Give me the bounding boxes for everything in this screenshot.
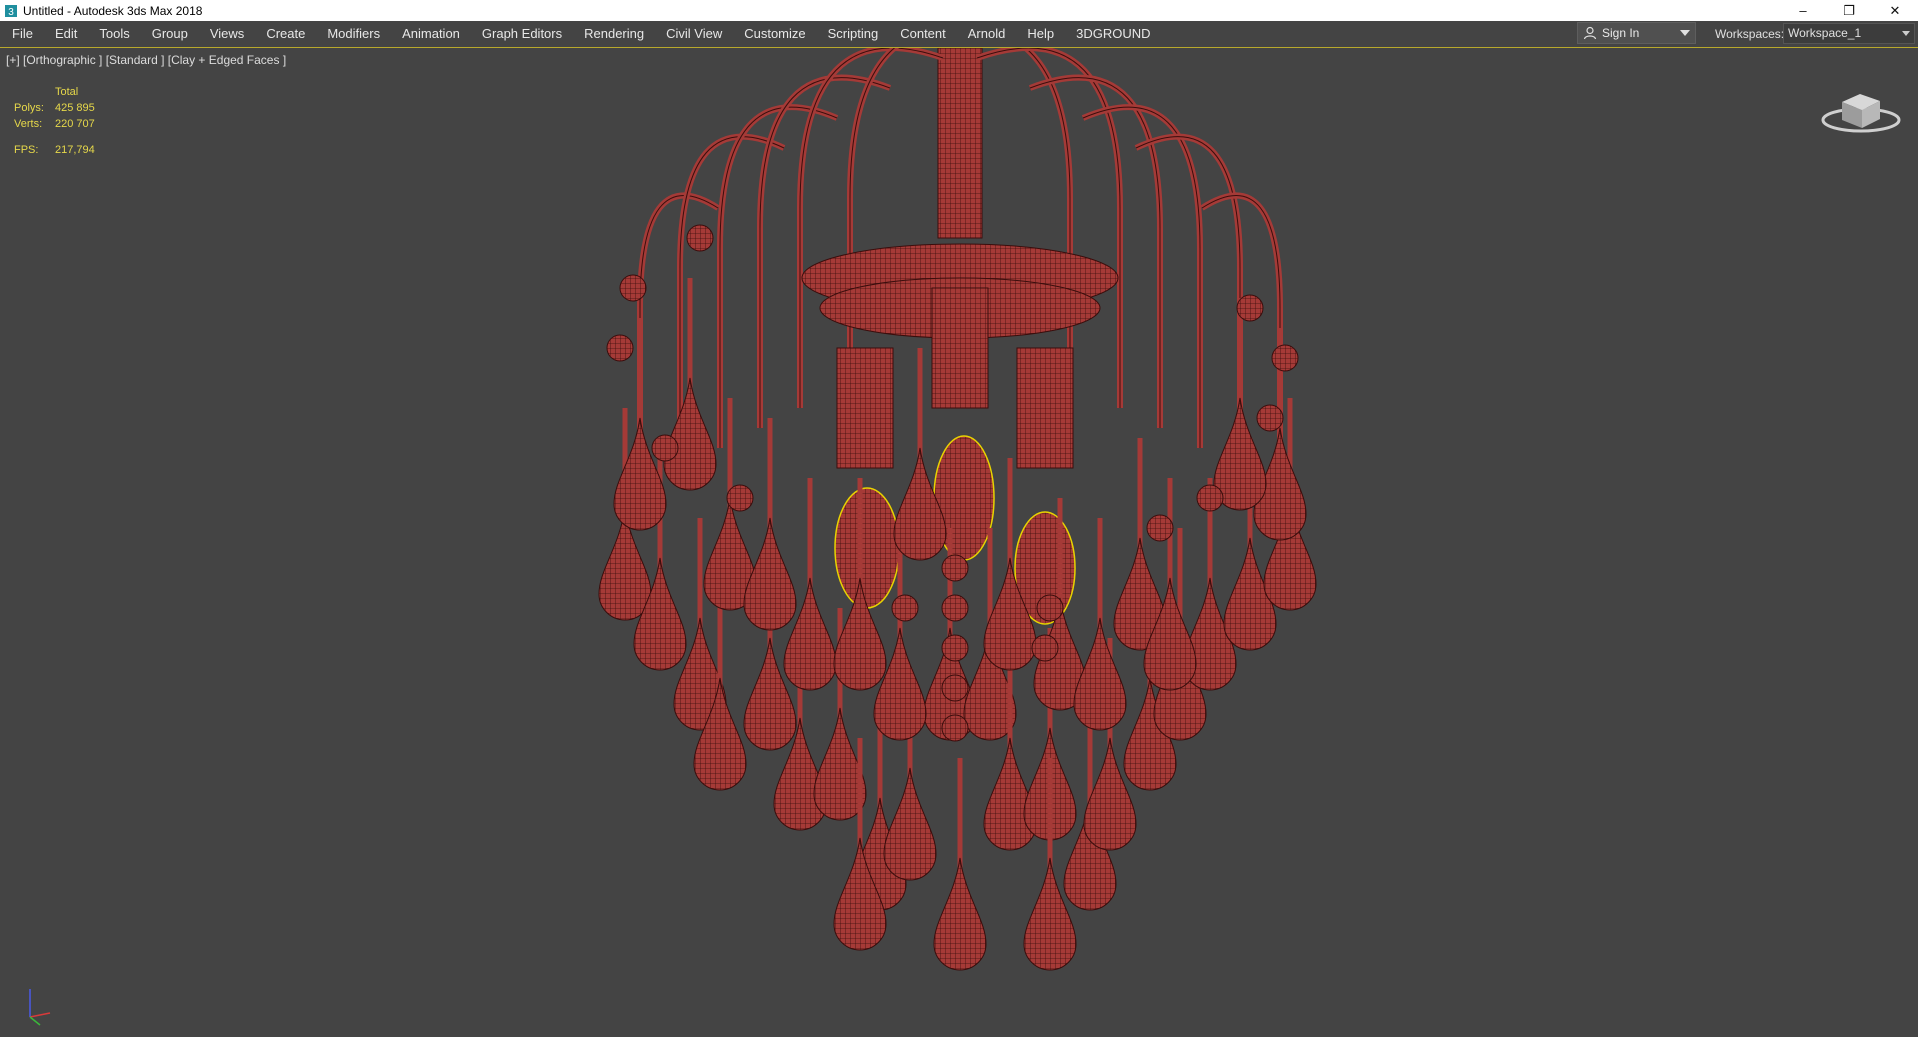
- bead-16: [1031, 634, 1059, 662]
- menu-edit[interactable]: Edit: [44, 21, 88, 47]
- chandelier-model[interactable]: [0, 48, 1918, 1037]
- workspace-selected: Workspace_1: [1788, 26, 1862, 40]
- minimize-button[interactable]: –: [1780, 0, 1826, 21]
- socket-2: [1016, 347, 1074, 469]
- svg-text:3: 3: [8, 7, 14, 18]
- title-bar: 3 Untitled - Autodesk 3ds Max 2018 – ❐ ✕: [0, 0, 1918, 21]
- menu-modifiers[interactable]: Modifiers: [316, 21, 391, 47]
- socket-1: [931, 287, 989, 409]
- arm-10: [1134, 133, 1243, 468]
- bead-2: [686, 224, 714, 252]
- window-title: Untitled - Autodesk 3ds Max 2018: [23, 3, 203, 18]
- menu-views[interactable]: Views: [199, 21, 255, 47]
- socket-0: [836, 347, 894, 469]
- bead-6: [941, 554, 969, 582]
- fps-label: FPS:: [14, 144, 39, 156]
- perspective-viewport[interactable]: [+] [Orthographic ] [Standard ] [Clay + …: [0, 47, 1918, 1037]
- 3ds-max-icon: 3: [5, 4, 17, 18]
- crystal-drop-22: [613, 417, 667, 531]
- menu-tools[interactable]: Tools: [88, 21, 140, 47]
- menu-content[interactable]: Content: [889, 21, 957, 47]
- menu-help[interactable]: Help: [1016, 21, 1065, 47]
- bead-7: [941, 594, 969, 622]
- viewport-label-menu[interactable]: [+] [Orthographic ] [Standard ] [Clay + …: [6, 53, 286, 67]
- menu-animation[interactable]: Animation: [391, 21, 471, 47]
- stats-header: Total: [55, 86, 79, 98]
- close-button[interactable]: ✕: [1872, 0, 1918, 21]
- axis-tripod-icon: [29, 989, 51, 1026]
- crystal-drop-8: [883, 767, 937, 881]
- crystal-drop-35: [933, 857, 987, 971]
- bead-12: [1271, 344, 1299, 372]
- user-icon: [1583, 26, 1597, 40]
- center-rod: [937, 48, 983, 239]
- bead-17: [1036, 594, 1064, 622]
- menu-rendering[interactable]: Rendering: [573, 21, 655, 47]
- chevron-down-icon: [1902, 31, 1910, 36]
- restore-button[interactable]: ❐: [1826, 0, 1872, 21]
- menu-group[interactable]: Group: [141, 21, 199, 47]
- bead-14: [1196, 484, 1224, 512]
- bead-1: [606, 334, 634, 362]
- bead-10: [941, 714, 969, 742]
- bead-15: [1146, 514, 1174, 542]
- bead-8: [941, 634, 969, 662]
- chevron-down-icon: [1680, 30, 1690, 36]
- crystal-drop-25: [743, 517, 797, 631]
- arm-edge-10: [1135, 136, 1241, 468]
- menu-civil-view[interactable]: Civil View: [655, 21, 733, 47]
- polys-label: Polys:: [14, 102, 44, 114]
- verts-label: Verts:: [14, 118, 43, 130]
- bead-3: [651, 434, 679, 462]
- bead-9: [941, 674, 969, 702]
- crystal-drop-23: [663, 377, 717, 491]
- bead-0: [619, 274, 647, 302]
- bead-13: [1256, 404, 1284, 432]
- viewport-statistics: Total Polys: 425 895 Verts: 220 707 FPS: 21…: [14, 84, 95, 158]
- menu-customize[interactable]: Customize: [733, 21, 816, 47]
- workspaces-label: Workspaces:: [1715, 27, 1785, 41]
- bead-5: [891, 594, 919, 622]
- bulb-0: [834, 487, 900, 609]
- bead-11: [1236, 294, 1264, 322]
- menu-arnold[interactable]: Arnold: [957, 21, 1017, 47]
- verts-value: 220 707: [55, 118, 95, 130]
- menu-graph-editors[interactable]: Graph Editors: [471, 21, 573, 47]
- menu-scripting[interactable]: Scripting: [817, 21, 890, 47]
- viewcube-icon[interactable]: [1820, 74, 1902, 142]
- bead-4: [726, 484, 754, 512]
- window-controls: – ❐ ✕: [1780, 0, 1918, 21]
- menu-file[interactable]: File: [0, 21, 44, 47]
- menu-create[interactable]: Create: [255, 21, 316, 47]
- workspace-select[interactable]: Workspace_1: [1783, 23, 1915, 44]
- sign-in-label: Sign In: [1602, 26, 1640, 40]
- fps-value: 217,794: [55, 144, 95, 156]
- menu-3dground[interactable]: 3DGROUND: [1065, 21, 1161, 47]
- sign-in-dropdown[interactable]: Sign In: [1577, 22, 1696, 44]
- polys-value: 425 895: [55, 102, 95, 114]
